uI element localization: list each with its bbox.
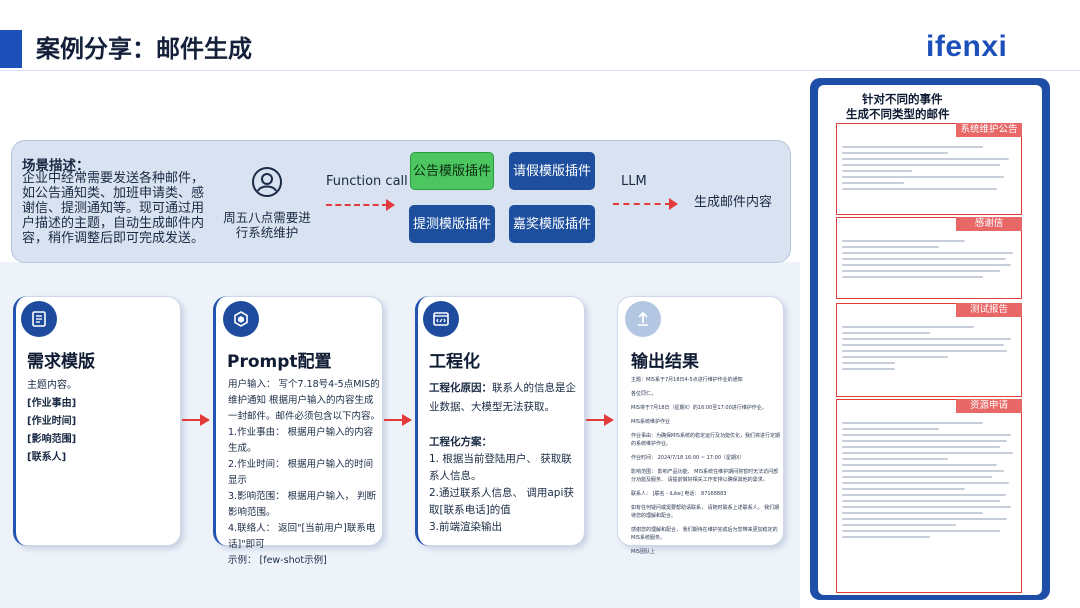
output-email: 主题：MIS系于7月18日4-5点进行维护作业的通知 各位同仁， MIS将于7月…	[631, 376, 781, 556]
card-engineering-edge	[415, 296, 429, 546]
output-line: 如有任何疑问或需要帮助请联系， 请随时联系上述联系人。 我们期待您的理解和配合。	[631, 505, 780, 519]
user-icon	[251, 166, 283, 198]
plugin-test-notice[interactable]: 提测模版插件	[409, 205, 495, 243]
generated-output-label: 生成邮件内容	[694, 195, 773, 210]
doc-lines-2	[842, 236, 1018, 282]
output-line: 作业事由：为确保MIS系统的稳定运行及功能优化，我们将进行定期的系统维护作业。	[631, 433, 780, 447]
flow-arrowhead-2	[402, 414, 412, 426]
output-line: MIS系统维护作业	[631, 419, 670, 425]
page-title: 案例分享：邮件生成	[36, 35, 252, 63]
prompt-line: 一封邮件。邮件必须包含以下内容。	[228, 411, 381, 422]
upload-icon	[625, 301, 661, 337]
card-output-title: 输出结果	[631, 352, 699, 372]
prompt-line: 示例： [few-shot示例]	[228, 555, 327, 566]
output-line: MIS团队上	[631, 549, 655, 555]
email-examples-title: 针对不同的事件 生成不同类型的邮件	[818, 92, 1042, 122]
card-prompt-title: Prompt配置	[227, 352, 332, 372]
engineering-plan-step: 1. 根据当前登陆用户、 获取联系人信息。	[429, 453, 572, 482]
plugin-award[interactable]: 嘉奖模版插件	[509, 205, 595, 243]
llm-arrowhead	[669, 198, 678, 210]
email-examples-title-line2: 生成不同类型的邮件	[846, 107, 950, 121]
plugin-leave[interactable]: 请假模版插件	[509, 152, 595, 190]
flow-arrow-line-1	[182, 419, 202, 421]
tag-maintenance: 系统维护公告	[956, 123, 1022, 137]
engineering-reason: 工程化原因：联系人的信息是企业数据、大模型无法获取。	[429, 379, 577, 417]
card-template-title: 需求模版	[27, 352, 95, 372]
template-line: [影响范围]	[27, 434, 77, 445]
template-line: [作业事由]	[27, 398, 77, 409]
prompt-lines: 用户输入： 写个7.18号4-5点MIS的 维护通知 根据用户输入的内容生成 一…	[228, 377, 380, 569]
prompt-line: 4.联络人： 返回"[当前用户]联系电	[228, 523, 376, 534]
scenario-description: 企业中经常需要发送各种邮件，如公告通知类、加班申请类、感谢信、提测通知等。现可通…	[22, 171, 205, 246]
doc-lines-1	[842, 142, 1018, 194]
email-examples-title-line1: 针对不同的事件	[862, 92, 943, 106]
tag-thanks: 感谢信	[956, 217, 1022, 231]
engineering-reason-label: 工程化原因：	[429, 382, 492, 394]
flow-arrowhead-3	[604, 414, 614, 426]
template-line: [作业时间]	[27, 416, 77, 427]
engineering-plan-label: 工程化方案：	[429, 436, 492, 448]
flow-arrowhead-1	[200, 414, 210, 426]
flow-arrow-line-2	[384, 419, 404, 421]
llm-label: LLM	[621, 174, 647, 189]
card-prompt-edge	[213, 296, 227, 546]
card-template-edge	[13, 296, 27, 546]
function-call-arrowhead	[386, 199, 395, 211]
header-divider	[0, 70, 1080, 71]
llm-arrow-line	[613, 203, 671, 205]
output-line: 影响范围： 影响产品功能、 MIS系统在维护期间将暂时无法访问部分功能及服务、 …	[631, 469, 779, 483]
tag-resource-request: 资源申请	[956, 399, 1022, 413]
prompt-line: 2.作业时间： 根据用户输入的时间	[228, 459, 374, 470]
prompt-line: 影响范围。	[228, 507, 276, 518]
output-line: 主题：MIS系于7月18日4-5点进行维护作业的通知	[631, 377, 743, 383]
user-request-text: 周五八点需要进行系统维护	[223, 210, 311, 240]
function-call-label: Function call	[326, 174, 408, 189]
prompt-line: 生成。	[228, 443, 257, 454]
doc-lines-3	[842, 322, 1018, 374]
prompt-line: 3.影响范围： 根据用户输入， 判断	[228, 491, 377, 502]
engineering-plan: 1. 根据当前登陆用户、 获取联系人信息。 2.通过联系人信息、 调用api获取…	[429, 451, 581, 536]
code-window-icon	[423, 301, 459, 337]
header-accent-bar	[0, 30, 22, 68]
prompt-line: 用户输入： 写个7.18号4-5点MIS的	[228, 379, 380, 390]
flow-arrow-line-3	[586, 419, 606, 421]
prompt-line: 话]"即可	[228, 539, 265, 550]
document-icon	[21, 301, 57, 337]
template-line: 主题内容。	[27, 380, 77, 391]
prompt-line: 维护通知 根据用户输入的内容生成	[228, 395, 374, 406]
template-line: [联系人]	[27, 452, 67, 463]
output-line: 联系人： [联名 - iLike] 电话： 87168883	[631, 491, 727, 497]
cube-icon	[223, 301, 259, 337]
tag-test-report: 测试报告	[956, 303, 1022, 317]
engineering-plan-step: 2.通过联系人信息、 调用api获取[联系电话]的值	[429, 487, 574, 516]
output-line: MIS将于7月18日（星期X）的16:00至17:00进行维护作业。	[631, 405, 767, 411]
brand-logo: ifenxi	[926, 30, 1008, 63]
output-line: 感谢您的理解和配合， 我们期待在维护完成后为您带来更加稳定的MIS系统服务。	[631, 527, 778, 541]
output-line: 各位同仁，	[631, 391, 657, 397]
doc-lines-4	[842, 418, 1018, 542]
prompt-line: 显示	[228, 475, 248, 486]
function-call-arrow-line	[326, 204, 388, 206]
card-engineering-title: 工程化	[429, 352, 480, 372]
plugin-announcement[interactable]: 公告模版插件	[410, 152, 494, 190]
prompt-line: 1.作业事由： 根据用户输入的内容	[228, 427, 374, 438]
engineering-plan-step: 3.前端渲染输出	[429, 521, 503, 533]
output-line: 作业时间： 2024/7/18 16:00 ~ 17:00（星期X）	[631, 455, 745, 461]
